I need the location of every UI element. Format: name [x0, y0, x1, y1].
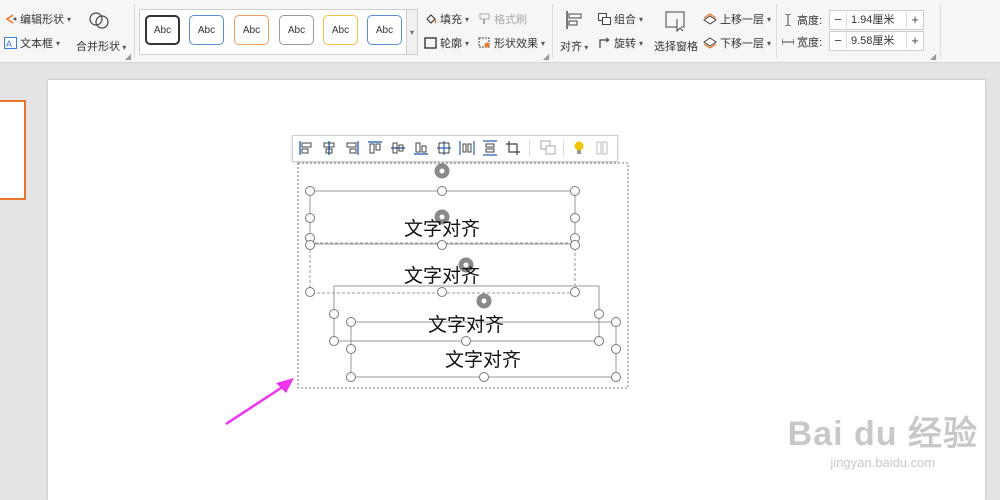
style-swatch[interactable]: Abc [367, 15, 402, 45]
text-box-icon: A [4, 37, 17, 49]
shape-effects-button[interactable]: 形状效果 ▾ [478, 35, 545, 51]
text-box-label: 文本框 [20, 38, 53, 50]
style-swatch[interactable]: Abc [323, 15, 358, 45]
send-backward-label: 下移一层 [720, 38, 764, 50]
rotate-button[interactable]: 旋转 ▾ [598, 35, 643, 51]
height-decrement-button[interactable]: − [830, 12, 846, 28]
rotate-icon [599, 37, 610, 48]
group-button[interactable]: 组合 ▾ [598, 11, 643, 27]
outline-button[interactable]: 轮廓 ▾ [424, 35, 469, 51]
shape-effects-icon [478, 37, 490, 48]
group-icon [598, 13, 611, 25]
distribute-vertical-icon[interactable] [480, 138, 500, 158]
width-stepper[interactable]: − 9.58厘米 + [829, 31, 924, 51]
text-box-4[interactable]: 文字对齐 [445, 345, 521, 372]
style-swatch[interactable]: Abc [234, 15, 269, 45]
bring-forward-label: 上移一层 [720, 14, 764, 26]
group-objects-icon[interactable] [538, 138, 558, 158]
watermark-brand: Bai du 经验 [787, 415, 978, 453]
floating-align-toolbar [292, 135, 618, 162]
crop-icon[interactable] [503, 138, 523, 158]
width-decrement-button[interactable]: − [830, 33, 846, 49]
gallery-more-button[interactable]: ▾ [406, 9, 418, 55]
rotate-label: 旋转 [614, 38, 636, 50]
height-icon [785, 14, 791, 26]
bring-forward-icon [703, 13, 717, 25]
size-launcher-icon[interactable]: ◢ [930, 52, 936, 61]
shape-effects-label: 形状效果 [494, 38, 538, 50]
align-center-icon[interactable] [319, 138, 339, 158]
format-painter-icon [479, 13, 490, 24]
style-swatch[interactable]: Abc [145, 15, 180, 45]
ribbon-divider [552, 4, 553, 58]
group-launcher-icon[interactable]: ◢ [125, 52, 131, 61]
merge-shapes-icon-wrap[interactable] [88, 10, 110, 30]
watermark-url: jingyan.baidu.com [830, 455, 936, 470]
toolbar-divider [529, 140, 530, 157]
width-input[interactable]: 9.58厘米 [846, 33, 907, 49]
merge-shapes-label: 合并形状 [76, 41, 120, 53]
send-backward-button[interactable]: 下移一层 ▾ [703, 35, 771, 51]
align-top-icon[interactable] [365, 138, 385, 158]
group-label: 组合 [614, 14, 636, 26]
outline-icon [424, 37, 437, 49]
baidu-watermark: Bai du 经验 jingyan.baidu.com [788, 406, 978, 470]
format-painter-label: 格式刷 [494, 14, 527, 26]
merge-shapes-icon [89, 12, 109, 29]
ribbon-toolbar: 编辑形状 ▾ A 文本框 ▾ 合并形状 ▾ ◢ Abc Abc Abc Abc Ab… [0, 0, 1000, 63]
text-box-2[interactable]: 文字对齐 [404, 261, 480, 288]
align-bottom-icon[interactable] [411, 138, 431, 158]
svg-text:A: A [6, 39, 12, 49]
outline-label: 轮廓 [440, 38, 462, 50]
send-backward-icon [703, 37, 717, 49]
align-right-icon[interactable] [342, 138, 362, 158]
fill-bucket-icon [426, 14, 437, 24]
style-launcher-icon[interactable]: ◢ [543, 52, 549, 61]
selection-pane-button[interactable]: 选择窗格 [654, 38, 698, 54]
width-label: 宽度: [797, 37, 823, 49]
edit-shape-label: 编辑形状 [20, 14, 64, 26]
ribbon-divider [134, 4, 135, 58]
text-box-3[interactable]: 文字对齐 [428, 310, 504, 337]
edit-shape-icon [5, 14, 17, 24]
edit-shape-button[interactable]: 编辑形状 ▾ [4, 11, 71, 27]
more-options-icon[interactable] [592, 138, 612, 158]
width-increment-button[interactable]: + [907, 33, 923, 49]
text-box-button[interactable]: A 文本框 ▾ [4, 35, 60, 51]
slide-thumbnail[interactable] [0, 100, 26, 200]
selection-pane-icon-wrap[interactable] [665, 10, 687, 32]
fill-button[interactable]: 填充 ▾ [424, 11, 469, 27]
align-page-center-icon[interactable] [434, 138, 454, 158]
align-button[interactable]: 对齐 ▾ [560, 38, 588, 54]
style-swatch[interactable]: Abc [189, 15, 224, 45]
selection-pane-label: 选择窗格 [654, 41, 698, 53]
height-increment-button[interactable]: + [907, 12, 923, 28]
fill-label: 填充 [440, 14, 462, 26]
width-label-wrap: 宽度: [782, 34, 822, 50]
style-swatch[interactable]: Abc [279, 15, 314, 45]
distribute-horizontal-icon[interactable] [457, 138, 477, 158]
height-label: 高度: [797, 15, 823, 27]
align-left-icon[interactable] [296, 138, 316, 158]
format-painter-button[interactable]: 格式刷 [478, 11, 527, 27]
height-stepper[interactable]: − 1.94厘米 + [829, 10, 924, 30]
align-left-icon [566, 11, 582, 29]
text-box-1[interactable]: 文字对齐 [404, 214, 480, 241]
height-input[interactable]: 1.94厘米 [846, 12, 907, 28]
align-label: 对齐 [560, 41, 582, 53]
shape-style-gallery: Abc Abc Abc Abc Abc Abc [139, 9, 409, 55]
width-icon [782, 39, 794, 45]
height-label-wrap: 高度: [782, 12, 822, 28]
merge-shapes-button[interactable]: 合并形状 ▾ [76, 38, 126, 54]
ribbon-divider [940, 4, 941, 58]
ribbon-divider [776, 4, 777, 58]
toolbar-divider [563, 140, 564, 157]
selection-pane-icon [665, 11, 685, 32]
lightbulb-icon[interactable] [569, 138, 589, 158]
bring-forward-button[interactable]: 上移一层 ▾ [703, 11, 771, 27]
align-middle-icon[interactable] [388, 138, 408, 158]
align-icon-wrap[interactable] [565, 10, 585, 30]
